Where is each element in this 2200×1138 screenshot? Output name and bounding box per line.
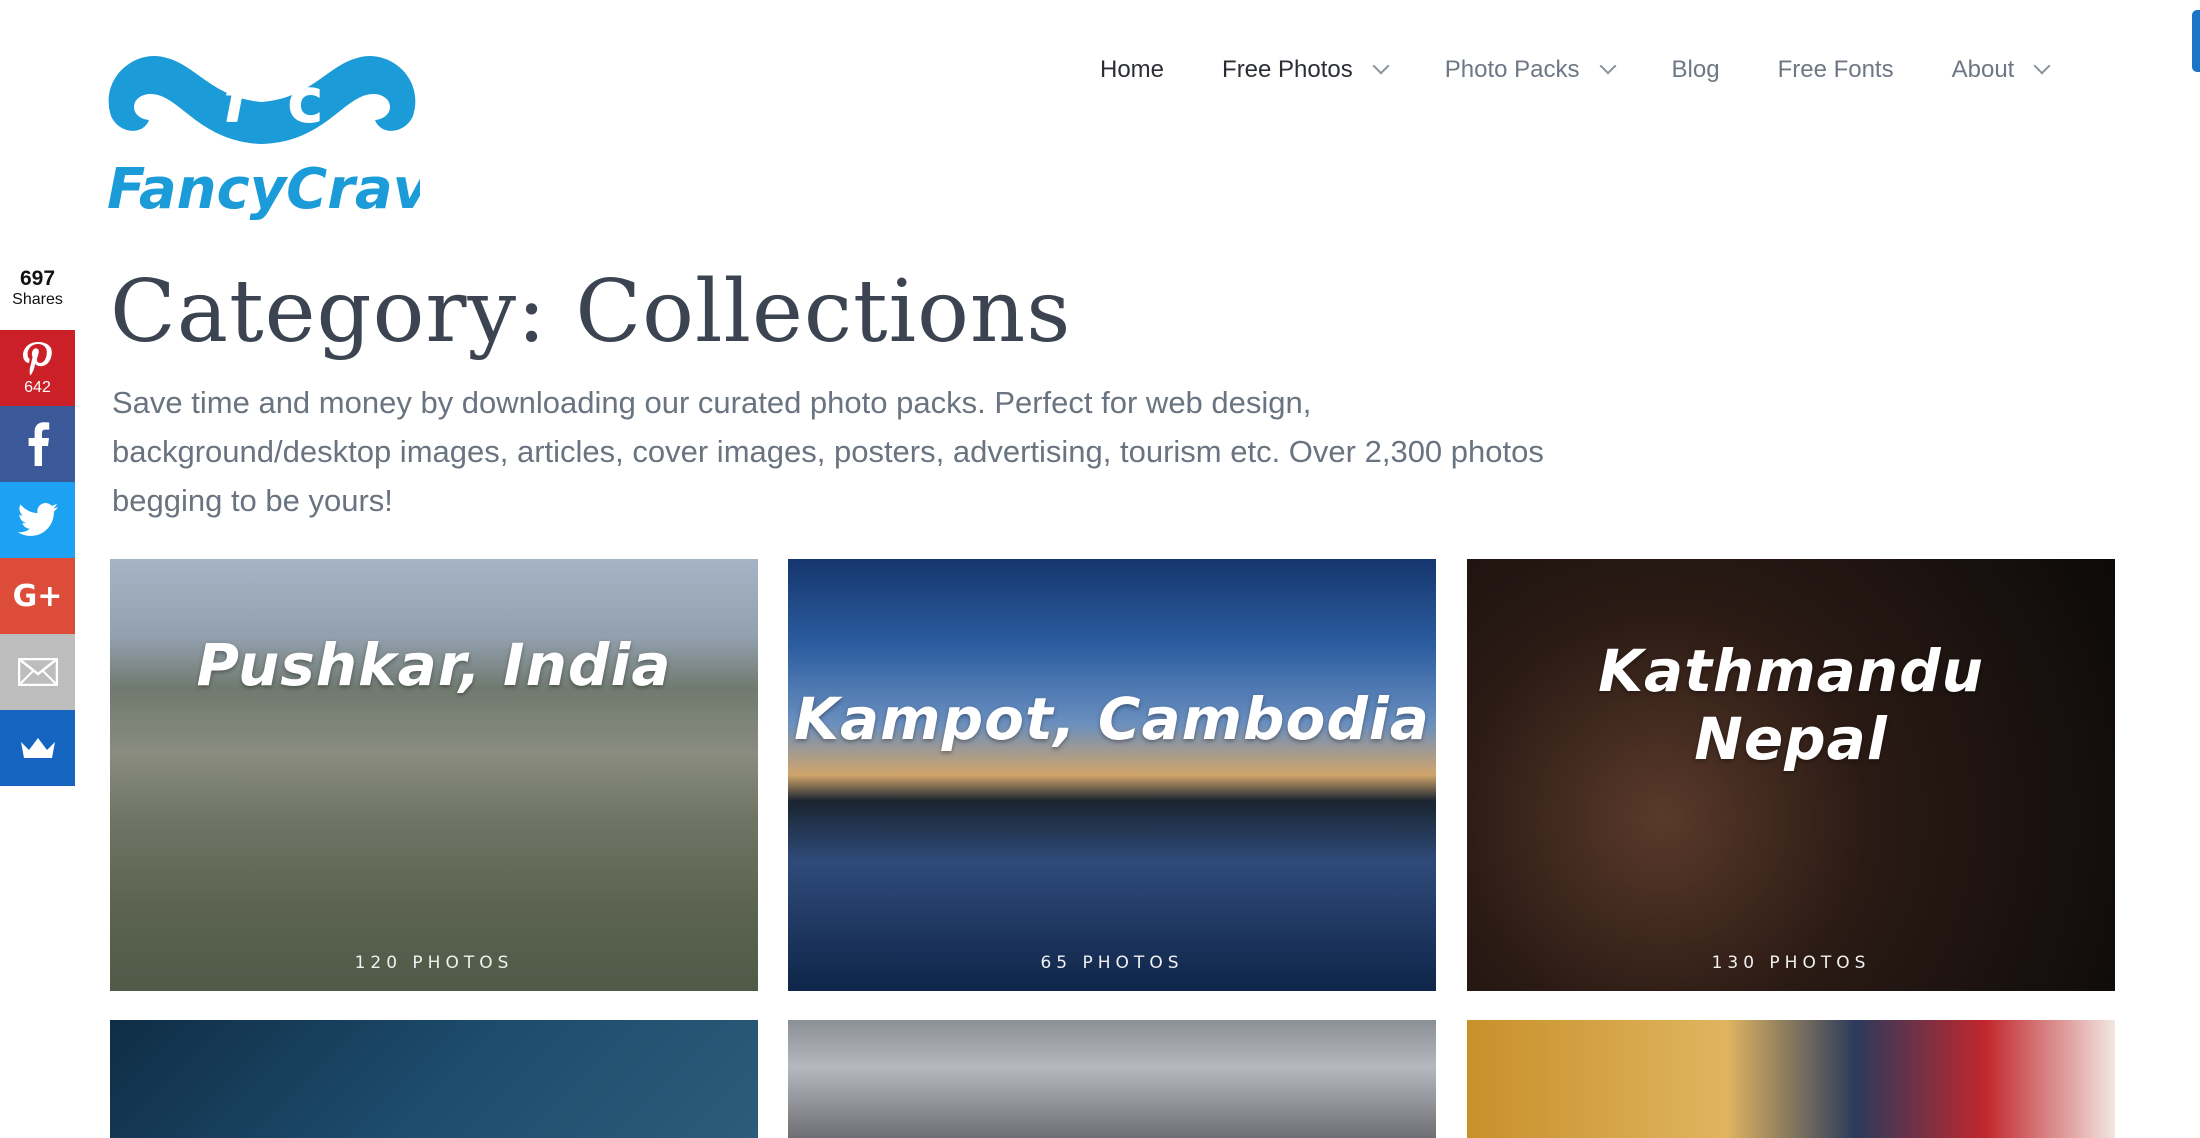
page-description: Save time and money by downloading our c…	[112, 385, 1544, 518]
pinterest-icon	[22, 342, 52, 376]
nav-photo-packs[interactable]: Photo Packs	[1444, 56, 1617, 84]
google-plus-share-button[interactable]: G+	[0, 558, 75, 634]
email-share-button[interactable]	[0, 634, 75, 710]
chevron-down-icon	[1599, 57, 1617, 75]
nav-label: Photo Packs	[1444, 56, 1580, 83]
chevron-down-icon	[1372, 57, 1390, 75]
twitter-icon	[17, 503, 58, 536]
collection-count: 130 PHOTOS	[1711, 953, 1871, 973]
collection-title-line1: Kathmandu	[1598, 637, 1984, 705]
collection-title: Pushkar, India	[196, 631, 672, 699]
crown-icon	[20, 738, 55, 758]
chevron-down-icon	[2033, 57, 2051, 75]
collection-card-kathmandu[interactable]: Kathmandu Nepal 130 PHOTOS	[1467, 559, 2115, 991]
collection-count: 65 PHOTOS	[1040, 953, 1184, 973]
nav-free-photos[interactable]: Free Photos	[1222, 56, 1390, 84]
collection-card[interactable]	[110, 1020, 758, 1138]
nav-label: Home	[1100, 56, 1165, 83]
facebook-icon	[28, 422, 49, 466]
nav-home[interactable]: Home	[1100, 56, 1164, 84]
collection-count: 120 PHOTOS	[354, 953, 514, 973]
nav-label: Free Photos	[1222, 56, 1353, 83]
logo-letter-c: c	[287, 64, 324, 137]
logo-wordmark: FancyCrave	[107, 157, 420, 222]
nav-blog[interactable]: Blog	[1672, 56, 1720, 84]
pinterest-share-count: 642	[24, 379, 51, 396]
nav-free-fonts[interactable]: Free Fonts	[1778, 56, 1894, 84]
email-icon	[17, 658, 58, 686]
collection-card-kampot[interactable]: Kampot, Cambodia 65 PHOTOS	[788, 559, 1436, 991]
google-plus-icon: G+	[12, 578, 63, 614]
page-title: Category: Collections	[110, 262, 1072, 362]
main-nav: Home Free Photos Photo Packs Blog Free F…	[1100, 52, 2080, 88]
collection-card[interactable]	[1467, 1020, 2115, 1138]
nav-about[interactable]: About	[1951, 56, 2051, 84]
share-total-number: 697	[19, 267, 56, 290]
nav-label: About	[1951, 56, 2015, 83]
share-total: 697 Shares	[0, 267, 75, 309]
sumo-share-button[interactable]	[0, 710, 75, 786]
collection-card[interactable]	[788, 1020, 1436, 1138]
twitter-share-button[interactable]	[0, 482, 75, 558]
facebook-share-button[interactable]	[0, 406, 75, 482]
nav-label: Blog	[1671, 56, 1720, 83]
share-total-label: Shares	[12, 291, 63, 308]
collection-title: Kampot, Cambodia	[794, 685, 1430, 753]
scroll-tab[interactable]	[2192, 10, 2200, 72]
collection-title-line2: Nepal	[1694, 705, 1888, 773]
pinterest-share-button[interactable]: 642	[0, 330, 75, 406]
nav-label: Free Fonts	[1777, 56, 1894, 83]
collection-card-pushkar[interactable]: Pushkar, India 120 PHOTOS	[110, 559, 758, 991]
site-logo[interactable]: f c FancyCrave	[105, 38, 420, 230]
